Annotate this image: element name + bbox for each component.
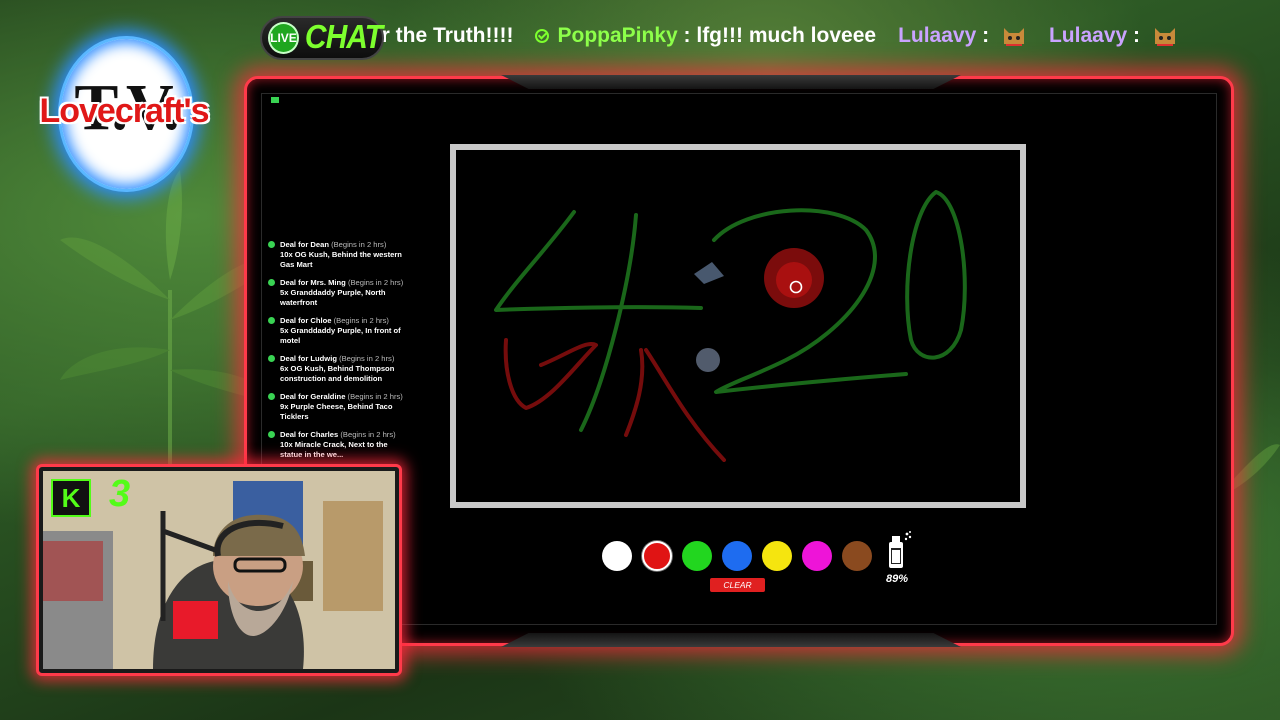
spray-level: 89%: [885, 573, 909, 585]
stroke-red-1: [503, 338, 598, 410]
deal-status-dot: [268, 279, 275, 286]
color-swatch-brown[interactable]: [842, 541, 872, 571]
paint-blob-gray: [694, 262, 724, 284]
deal-title: Deal for Ludwig: [280, 354, 337, 363]
spray-can-icon[interactable]: [884, 530, 912, 570]
logo-name-text: Lovecraft's: [39, 92, 209, 130]
deal-status-dot: [268, 431, 275, 438]
chat-message-text: : lfg!!! much loveee: [683, 24, 877, 47]
deal-item: Deal for Chloe (Begins in 2 hrs) 5x Gran…: [268, 316, 406, 346]
chat-message: Lulaavy :: [898, 24, 1027, 48]
paint-blob-gray: [696, 348, 720, 372]
chat-ticker: LIVE CHAT ar the Truth!!!! PoppaPinky : …: [260, 14, 1280, 60]
stroke-four-stem: [579, 213, 638, 432]
frame-bottom-bevel: [501, 633, 961, 647]
cat-emote-icon: [1154, 28, 1175, 47]
color-swatch-white[interactable]: [602, 541, 632, 571]
chat-message-track: ar the Truth!!!! PoppaPinky : lfg!!! muc…: [370, 14, 1280, 58]
webcam-scene-art: [43, 471, 395, 669]
webcam-feed: [43, 471, 395, 669]
webcam-overlay: K 3: [36, 464, 402, 676]
check-circle-icon: [535, 29, 550, 43]
deal-body: 9x Purple Cheese, Behind Taco Ticklers: [280, 402, 393, 421]
frame-top-bevel: [501, 75, 961, 89]
clear-button[interactable]: CLEAR: [710, 578, 765, 592]
chat-message-text: ar the Truth!!!!: [370, 24, 514, 47]
chat-message-text: :: [982, 23, 990, 47]
deal-item: Deal for Ludwig (Begins in 2 hrs) 6x OG …: [268, 354, 406, 384]
deal-status-dot: [268, 355, 275, 362]
chat-username: Lulaavy: [898, 23, 977, 47]
live-chat-badge: LIVE CHAT: [260, 16, 384, 60]
deal-title: Deal for Charles: [280, 430, 339, 439]
chat-message: PoppaPinky : lfg!!! much loveee: [535, 24, 876, 48]
color-palette: [602, 538, 872, 574]
deal-title: Deal for Mrs. Ming: [280, 278, 346, 287]
deal-status-dot: [268, 393, 275, 400]
chat-username: PoppaPinky: [557, 24, 678, 47]
channel-logo: T.V. Lovecraft's: [36, 36, 212, 192]
deal-body: 10x OG Kush, Behind the western Gas Mart: [280, 250, 402, 269]
deals-list: Deal for Dean (Begins in 2 hrs) 10x OG K…: [268, 240, 406, 470]
deal-body: 10x Miracle Crack, Next to the statue in…: [280, 440, 388, 459]
color-swatch-green[interactable]: [682, 541, 712, 571]
chat-message: ar the Truth!!!!: [370, 24, 513, 48]
deal-body: 6x OG Kush, Behind Thompson construction…: [280, 364, 395, 383]
deal-time: (Begins in 2 hrs): [347, 392, 403, 401]
deal-body: 5x Granddaddy Purple, In front of motel: [280, 326, 401, 345]
deal-status-dot: [268, 317, 275, 324]
live-indicator: LIVE: [268, 22, 299, 54]
color-swatch-red[interactable]: [642, 541, 672, 571]
deal-item: Deal for Mrs. Ming (Begins in 2 hrs) 5x …: [268, 278, 406, 308]
deal-title: Deal for Chloe: [280, 316, 332, 325]
cat-emote-icon: [1003, 28, 1024, 47]
stroke-four: [494, 210, 703, 312]
deal-time: (Begins in 2 hrs): [347, 278, 404, 287]
canvas-drawing: [494, 190, 967, 462]
kick-icon: K: [51, 479, 91, 517]
chat-label: CHAT: [304, 19, 383, 56]
deal-body: 5x Granddaddy Purple, North waterfront: [280, 288, 386, 307]
deal-item: Deal for Charles (Begins in 2 hrs) 10x M…: [268, 430, 406, 460]
status-indicator: [271, 97, 279, 103]
drawing-canvas[interactable]: [450, 144, 1026, 508]
deal-status-dot: [268, 241, 275, 248]
chat-message: Lulaavy :: [1049, 24, 1178, 48]
color-swatch-magenta[interactable]: [802, 541, 832, 571]
deal-time: (Begins in 2 hrs): [331, 240, 387, 249]
deal-time: (Begins in 2 hrs): [333, 316, 389, 325]
deal-title: Deal for Geraldine: [280, 392, 346, 401]
color-swatch-blue[interactable]: [722, 541, 752, 571]
deal-item: Deal for Geraldine (Begins in 2 hrs) 9x …: [268, 392, 406, 422]
viewer-count: 3: [109, 473, 131, 515]
deal-title: Deal for Dean: [280, 240, 329, 249]
chat-message-text: :: [1133, 23, 1141, 47]
chat-username: Lulaavy: [1048, 23, 1128, 47]
color-swatch-yellow[interactable]: [762, 541, 792, 571]
deal-item: Deal for Dean (Begins in 2 hrs) 10x OG K…: [268, 240, 406, 270]
stroke-zero: [905, 190, 967, 360]
deal-time: (Begins in 2 hrs): [339, 354, 395, 363]
deal-time: (Begins in 2 hrs): [340, 430, 396, 439]
